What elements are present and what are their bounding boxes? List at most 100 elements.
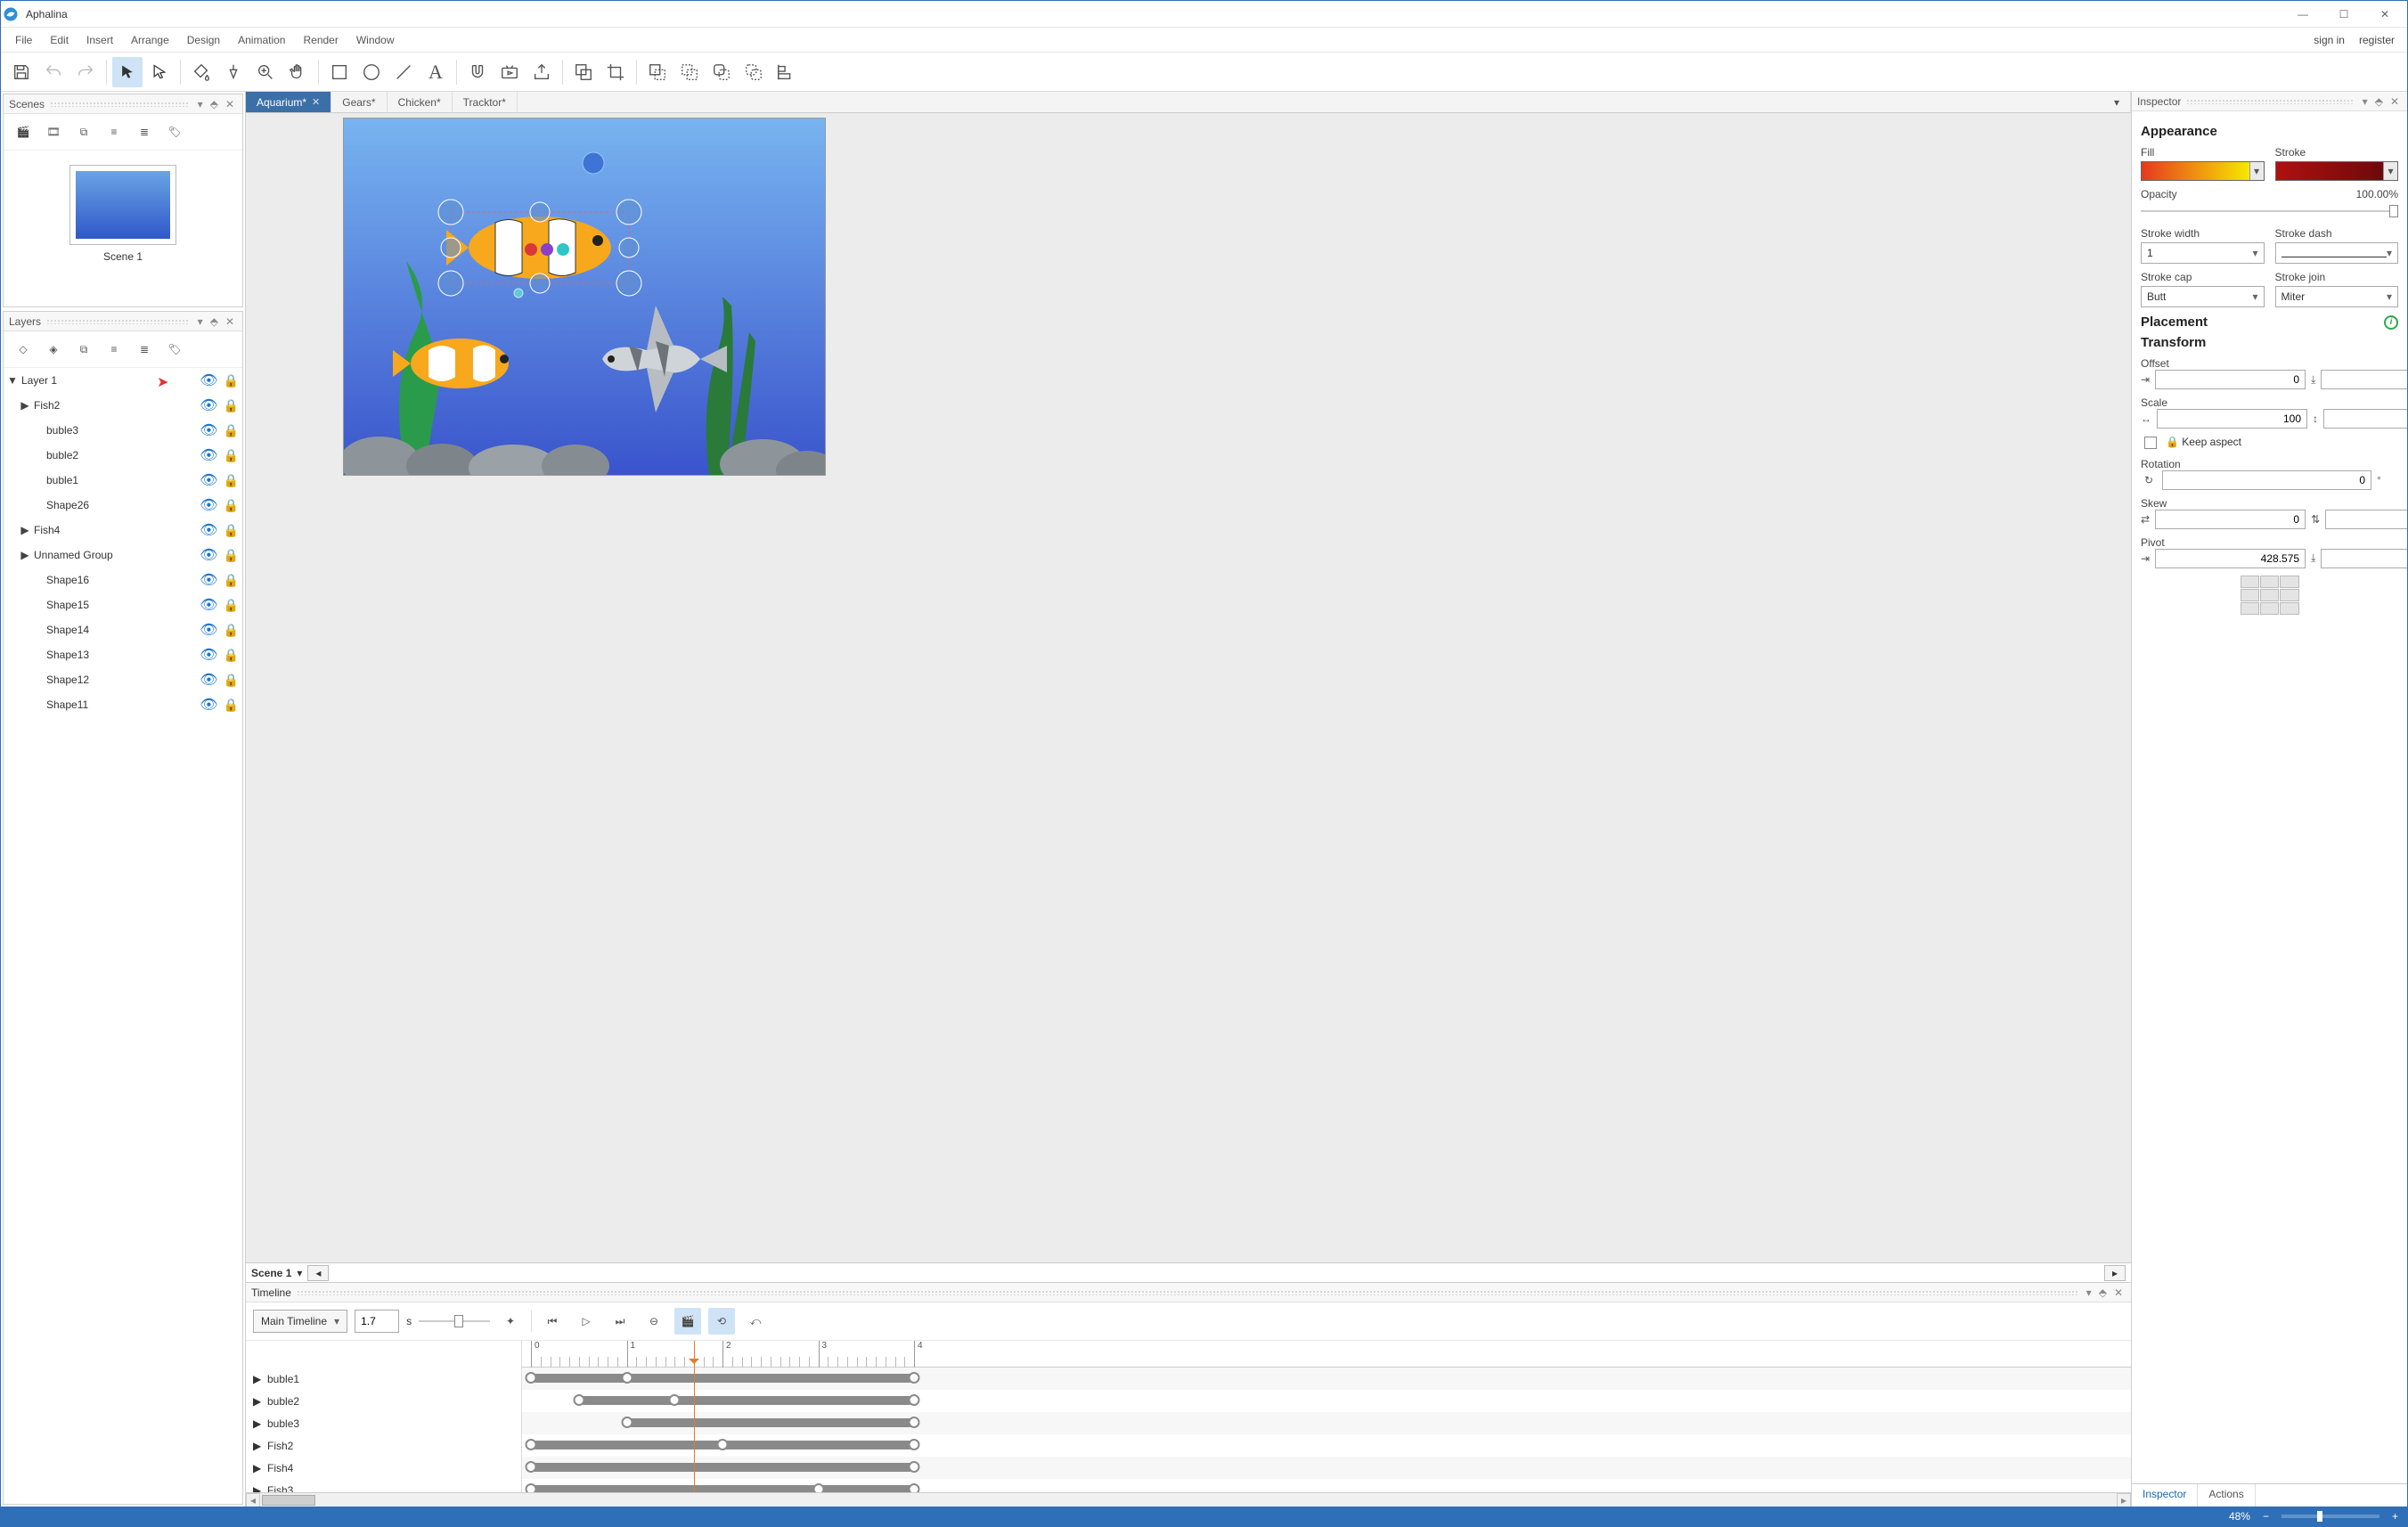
keyframe[interactable] xyxy=(909,1394,920,1406)
zoom-out-button[interactable]: − xyxy=(2263,1510,2269,1523)
actions-tab[interactable]: Actions xyxy=(2198,1484,2255,1507)
return-icon[interactable]: ⤺ xyxy=(742,1308,769,1335)
track-row[interactable] xyxy=(522,1479,2131,1492)
layer-row[interactable]: buble1👁🔒 xyxy=(4,468,242,493)
magnet-tool[interactable] xyxy=(462,57,493,87)
zoom-out-icon[interactable]: ⊖ xyxy=(641,1308,667,1335)
track-name-row[interactable]: ▶Fish4 xyxy=(246,1457,521,1479)
layer-row[interactable]: Shape12👁🔒 xyxy=(4,667,242,692)
direct-select-tool[interactable] xyxy=(144,57,175,87)
union-tool[interactable] xyxy=(642,57,673,87)
fill-swatch[interactable]: ▾ xyxy=(2141,161,2265,181)
visibility-icon[interactable]: 👁 xyxy=(200,596,217,614)
pan-tool[interactable] xyxy=(282,57,313,87)
panel-dropdown-icon[interactable]: ▾ xyxy=(2084,1286,2094,1299)
time-input[interactable] xyxy=(355,1310,399,1333)
layer-row[interactable]: ▼Layer 1👁🔒 xyxy=(4,368,242,393)
tabs-overflow[interactable]: ▾ xyxy=(2103,92,2131,112)
panel-dropdown-icon[interactable]: ▾ xyxy=(195,315,206,328)
stroke-width-select[interactable]: 1▾ xyxy=(2141,242,2265,264)
track-name-row[interactable]: ▶buble2 xyxy=(246,1390,521,1412)
pivot-y-input[interactable] xyxy=(2321,549,2407,568)
document-tab[interactable]: Tracktor* xyxy=(453,92,518,112)
exclude-tool[interactable] xyxy=(739,57,769,87)
track-row[interactable] xyxy=(522,1412,2131,1434)
visibility-icon[interactable]: 👁 xyxy=(200,671,217,689)
scene-bar-label[interactable]: Scene 1 xyxy=(251,1267,291,1279)
canvas[interactable] xyxy=(344,118,825,475)
lock-icon[interactable]: 🔒 xyxy=(224,673,239,688)
hscroll-right[interactable]: ▸ xyxy=(2104,1265,2126,1281)
group-tool[interactable] xyxy=(568,57,599,87)
lock-icon[interactable]: 🔒 xyxy=(224,498,239,513)
keyframe[interactable] xyxy=(909,1439,920,1450)
subtract-tool[interactable] xyxy=(674,57,705,87)
visibility-icon[interactable]: 👁 xyxy=(200,646,217,664)
play-icon[interactable]: ▷ xyxy=(573,1308,600,1335)
lock-icon[interactable]: 🔒 xyxy=(224,423,239,438)
opacity-slider[interactable] xyxy=(2141,204,2398,218)
panel-dropdown-icon[interactable]: ▾ xyxy=(2360,95,2371,108)
panel-pin-icon[interactable]: ⬘ xyxy=(2372,95,2386,108)
panel-close-icon[interactable]: ✕ xyxy=(2111,1286,2126,1299)
layer-row[interactable]: Shape16👁🔒 xyxy=(4,568,242,592)
redo-button[interactable] xyxy=(70,57,101,87)
menu-window[interactable]: Window xyxy=(347,31,404,49)
loop-icon[interactable]: ⟲ xyxy=(708,1308,735,1335)
menu-animation[interactable]: Animation xyxy=(229,31,294,49)
lock-icon[interactable]: 🔒 xyxy=(224,448,239,463)
keyframe[interactable] xyxy=(526,1461,537,1473)
panel-close-icon[interactable]: ✕ xyxy=(223,98,237,110)
panel-pin-icon[interactable]: ⬘ xyxy=(2096,1286,2110,1299)
add-layer-icon[interactable]: ◇ xyxy=(11,337,36,362)
layer-row[interactable]: Shape26👁🔒 xyxy=(4,493,242,518)
visibility-icon[interactable]: 👁 xyxy=(200,421,217,439)
goto-start-icon[interactable]: ⏮ xyxy=(539,1308,566,1335)
visibility-icon[interactable]: 👁 xyxy=(200,372,217,389)
rotation-input[interactable] xyxy=(2162,470,2371,490)
media-tool[interactable] xyxy=(494,57,525,87)
info-icon[interactable]: i xyxy=(2384,315,2398,330)
lock-icon[interactable]: 🔒 xyxy=(224,373,239,388)
lock-icon[interactable]: 🔒 xyxy=(224,473,239,488)
duplicate-layer-icon[interactable]: ⧉ xyxy=(71,337,96,362)
layer-row[interactable]: buble2👁🔒 xyxy=(4,443,242,468)
keyframe[interactable] xyxy=(526,1372,537,1384)
tag-scene-icon[interactable]: 🏷 xyxy=(162,119,187,144)
intersect-tool[interactable] xyxy=(706,57,737,87)
keyframe[interactable] xyxy=(573,1394,584,1406)
eyedropper-tool[interactable] xyxy=(218,57,249,87)
canvas-area[interactable] xyxy=(246,113,2131,1262)
menu-arrange[interactable]: Arrange xyxy=(122,31,178,49)
undo-button[interactable] xyxy=(38,57,69,87)
keyframe[interactable] xyxy=(526,1483,537,1492)
keyframe[interactable] xyxy=(526,1439,537,1450)
rect-tool[interactable] xyxy=(324,57,355,87)
lock-icon[interactable]: 🔒 xyxy=(224,398,239,413)
menu-insert[interactable]: Insert xyxy=(78,31,122,49)
keyframe[interactable] xyxy=(909,1372,920,1384)
reorder-scene2-icon[interactable]: ≣ xyxy=(132,119,157,144)
track-name-row[interactable]: ▶Fish2 xyxy=(246,1434,521,1457)
anchor-grid[interactable] xyxy=(2241,576,2299,615)
keyframe[interactable] xyxy=(621,1372,633,1384)
register-link[interactable]: register xyxy=(2352,31,2402,49)
visibility-icon[interactable]: 👁 xyxy=(200,446,217,464)
zoom-tool[interactable] xyxy=(250,57,281,87)
layer-row[interactable]: ▶Fish2👁🔒 xyxy=(4,393,242,418)
layer-row[interactable]: ▶Unnamed Group👁🔒 xyxy=(4,543,242,568)
reorder-scene-icon[interactable]: ≡ xyxy=(102,119,127,144)
offset-x-input[interactable] xyxy=(2155,370,2306,389)
visibility-icon[interactable]: 👁 xyxy=(200,571,217,589)
document-tab[interactable]: Chicken* xyxy=(388,92,453,112)
delete-layer-icon[interactable]: ◈ xyxy=(41,337,66,362)
lock-icon[interactable]: 🔒 xyxy=(224,698,239,713)
visibility-icon[interactable]: 👁 xyxy=(200,546,217,564)
align-tool[interactable] xyxy=(771,57,801,87)
visibility-icon[interactable]: 👁 xyxy=(200,471,217,489)
lock-icon[interactable]: 🔒 xyxy=(224,548,239,563)
track-row[interactable] xyxy=(522,1434,2131,1457)
signin-link[interactable]: sign in xyxy=(2306,31,2352,49)
lock-icon[interactable]: 🔒 xyxy=(224,573,239,588)
lock-icon[interactable]: 🔒 xyxy=(224,623,239,638)
